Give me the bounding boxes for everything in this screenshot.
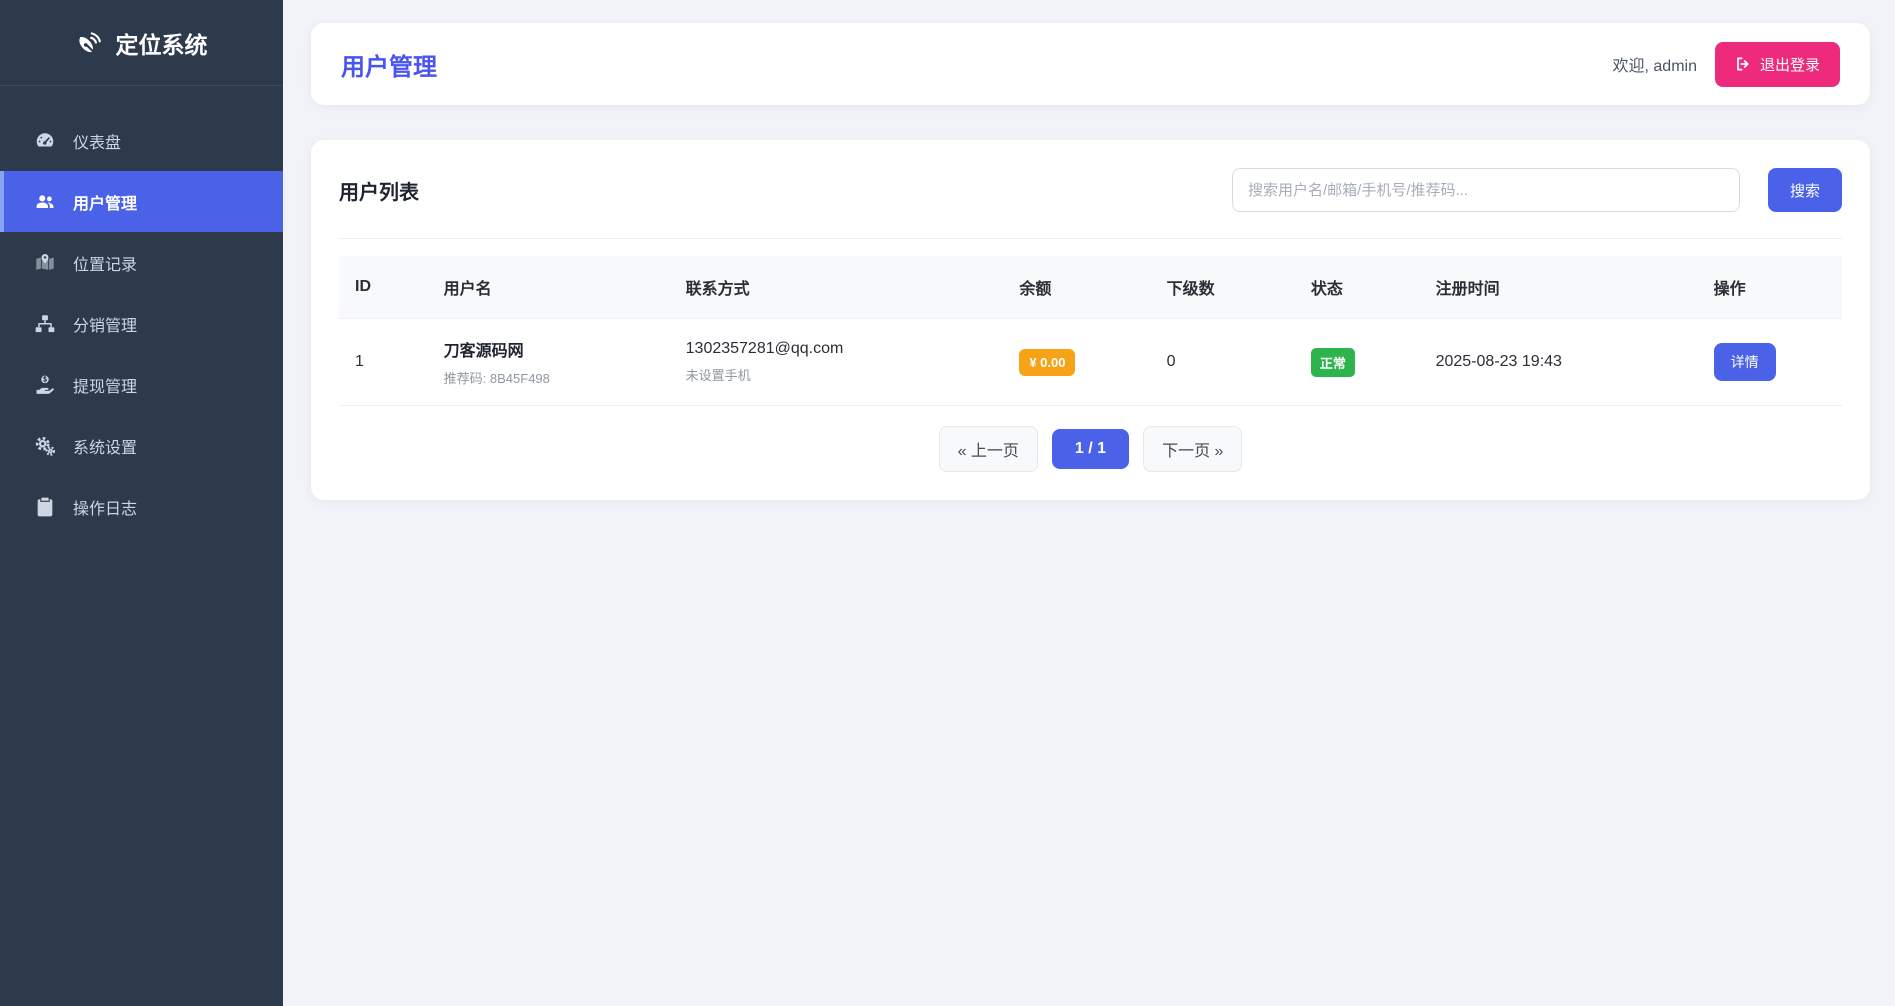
- sidebar-item-label: 操作日志: [73, 495, 137, 519]
- user-list-card: 用户列表 搜索 ID 用户名 联系方式 余额 下级数 状态 注册时间 操作: [311, 140, 1870, 500]
- search-button[interactable]: 搜索: [1768, 168, 1842, 212]
- logout-label: 退出登录: [1760, 54, 1820, 75]
- cell-status: 正常: [1295, 319, 1420, 406]
- col-header-registered: 注册时间: [1420, 256, 1698, 319]
- table-header-row: ID 用户名 联系方式 余额 下级数 状态 注册时间 操作: [339, 256, 1842, 319]
- sidebar-item-dashboard[interactable]: 仪表盘: [0, 110, 283, 171]
- pagination: « 上一页 1 / 1 下一页 »: [339, 426, 1842, 472]
- welcome-text: 欢迎, admin: [1613, 52, 1697, 76]
- clipboard-icon: [34, 496, 56, 518]
- table-row: 1 刀客源码网 推荐码: 8B45F498 1302357281@qq.com …: [339, 319, 1842, 406]
- sidebar-item-distribution[interactable]: 分销管理: [0, 293, 283, 354]
- map-marker-icon: [34, 252, 56, 274]
- sidebar-item-label: 用户管理: [73, 190, 137, 214]
- cell-username: 刀客源码网 推荐码: 8B45F498: [428, 319, 670, 406]
- username-text: 刀客源码网: [444, 337, 654, 361]
- col-header-contact: 联系方式: [670, 256, 1004, 319]
- col-header-username: 用户名: [428, 256, 670, 319]
- dashboard-icon: [34, 130, 56, 152]
- sidebar-item-withdrawals[interactable]: 提现管理: [0, 354, 283, 415]
- app-logo: 定位系统: [0, 0, 283, 86]
- sign-out-icon: [1735, 56, 1751, 72]
- col-header-balance: 余额: [1003, 256, 1150, 319]
- sidebar-item-label: 位置记录: [73, 251, 137, 275]
- cell-id: 1: [339, 319, 428, 406]
- topbar-right: 欢迎, admin 退出登录: [1613, 42, 1841, 87]
- sidebar-item-label: 提现管理: [73, 373, 137, 397]
- detail-button[interactable]: 详情: [1714, 343, 1776, 381]
- balance-badge: ¥ 0.00: [1019, 349, 1075, 376]
- sidebar-item-users[interactable]: 用户管理: [0, 171, 283, 232]
- sidebar-nav: 仪表盘 用户管理 位置记录: [0, 86, 283, 537]
- email-text: 1302357281@qq.com: [686, 340, 988, 358]
- col-header-status: 状态: [1295, 256, 1420, 319]
- hand-money-icon: [34, 374, 56, 396]
- cell-subordinates: 0: [1151, 319, 1295, 406]
- satellite-dish-icon: [76, 30, 102, 56]
- sidebar-item-settings[interactable]: 系统设置: [0, 415, 283, 476]
- users-icon: [34, 191, 56, 213]
- sidebar: 定位系统 仪表盘 用户管理: [0, 0, 283, 1006]
- ref-code-text: 推荐码: 8B45F498: [444, 368, 654, 387]
- search-group: 搜索: [1232, 168, 1842, 212]
- user-table: ID 用户名 联系方式 余额 下级数 状态 注册时间 操作 1 刀客源码网 推荐…: [339, 256, 1842, 406]
- list-header: 用户列表 搜索: [339, 168, 1842, 239]
- app-title: 定位系统: [116, 26, 208, 60]
- search-input[interactable]: [1232, 168, 1740, 212]
- status-badge: 正常: [1311, 348, 1355, 377]
- cell-contact: 1302357281@qq.com 未设置手机: [670, 319, 1004, 406]
- sitemap-icon: [34, 313, 56, 335]
- gears-icon: [34, 435, 56, 457]
- sidebar-item-logs[interactable]: 操作日志: [0, 476, 283, 537]
- topbar: 用户管理 欢迎, admin 退出登录: [311, 23, 1870, 105]
- sidebar-item-label: 系统设置: [73, 434, 137, 458]
- col-header-subordinates: 下级数: [1151, 256, 1295, 319]
- main-content: 用户管理 欢迎, admin 退出登录 用户列表 搜索: [283, 0, 1895, 1006]
- col-header-id: ID: [339, 256, 428, 319]
- phone-text: 未设置手机: [686, 365, 988, 384]
- cell-balance: ¥ 0.00: [1003, 319, 1150, 406]
- cell-actions: 详情: [1698, 319, 1842, 406]
- current-page-button[interactable]: 1 / 1: [1052, 429, 1129, 469]
- sidebar-item-locations[interactable]: 位置记录: [0, 232, 283, 293]
- cell-registered: 2025-08-23 19:43: [1420, 319, 1698, 406]
- col-header-actions: 操作: [1698, 256, 1842, 319]
- sidebar-item-label: 仪表盘: [73, 129, 121, 153]
- sidebar-item-label: 分销管理: [73, 312, 137, 336]
- logout-button[interactable]: 退出登录: [1715, 42, 1840, 87]
- page-title: 用户管理: [341, 47, 437, 82]
- next-page-button[interactable]: 下一页 »: [1143, 426, 1242, 472]
- prev-page-button[interactable]: « 上一页: [939, 426, 1038, 472]
- list-title: 用户列表: [339, 176, 419, 205]
